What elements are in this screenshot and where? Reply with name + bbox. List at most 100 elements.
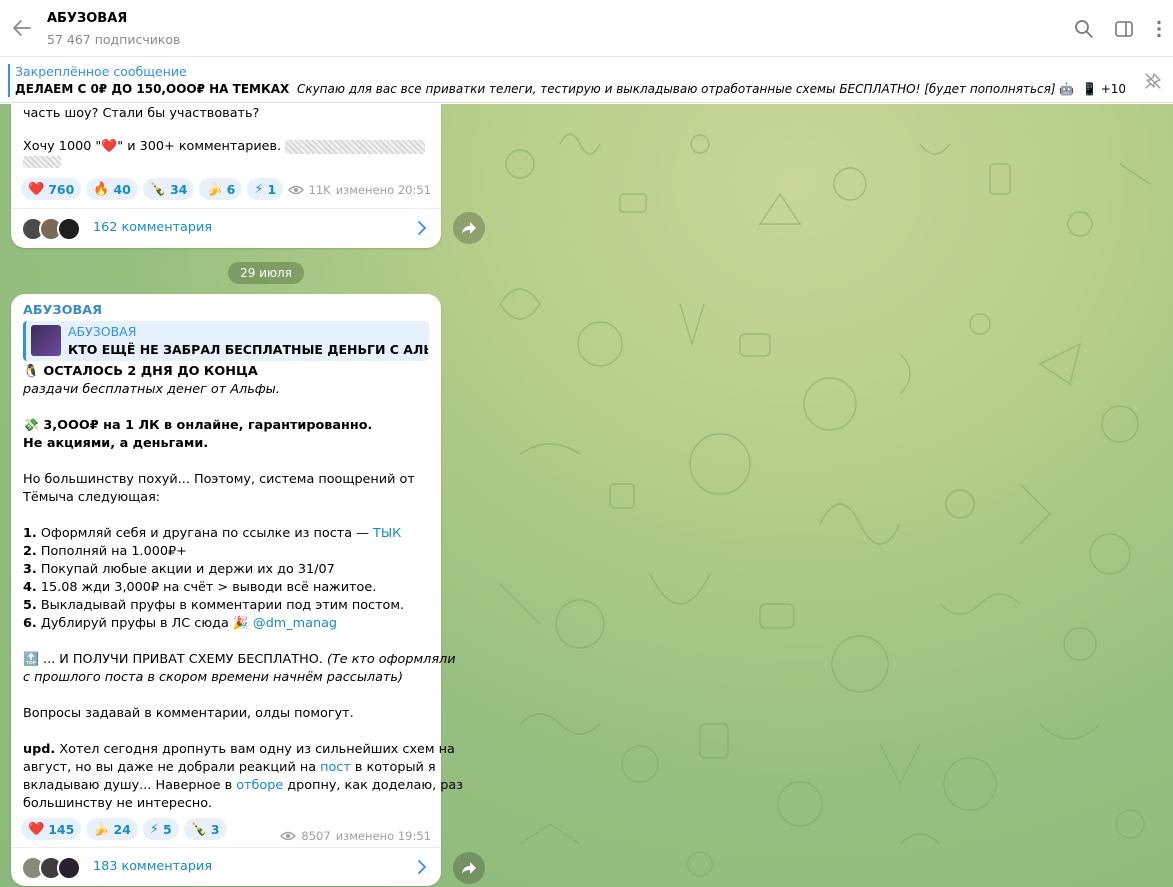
comments-button-2[interactable]: 183 комментария [11, 847, 441, 886]
step-3: 3. Покупай любые акции и держи их до 31/… [23, 562, 335, 577]
message1-text-line2b: " и 300+ комментариев. [117, 139, 282, 154]
reaction-champagne[interactable]: 🍾 34 [142, 178, 195, 200]
pinned-accent-bar [8, 64, 10, 97]
step-text: Выкладывай пруфы в комментарии под этим … [40, 598, 405, 613]
upd-line-2: август, но вы даже не добрали реакций на… [23, 760, 436, 775]
reaction-emoji: ❤️ [28, 181, 45, 197]
views-eye-icon [280, 831, 297, 841]
share-button-2[interactable] [453, 852, 485, 884]
avatar [57, 856, 81, 880]
back-arrow-icon[interactable] [11, 17, 33, 39]
offer-line: 💸 3,OOO₽ на 1 ЛК в онлайне, гарантирован… [23, 418, 372, 433]
reaction-heart[interactable]: ❤️ 760 [21, 178, 82, 200]
heart-emoji: ❤️ [101, 139, 118, 154]
questions-line: Вопросы задавай в комментарии, олды помо… [23, 706, 354, 721]
pinned-tail-text: +10K / м... [1100, 82, 1125, 96]
message-bubble-1[interactable]: часть шоу? Стали бы участвовать? Хочу 10… [11, 104, 441, 248]
reply-text: КТО ЕЩЁ НЕ ЗАБРАЛ БЕСПЛАТНЫЕ ДЕНЬГИ С АЛ… [68, 342, 428, 357]
step-num: 6. [23, 616, 37, 631]
headline-text: ОСТАЛОСЬ 2 ДНЯ ДО КОНЦА [43, 364, 258, 379]
reaction-banana[interactable]: 🍌 24 [86, 818, 138, 840]
step-2: 2. Пополняй на 1.000₽+ [23, 544, 187, 559]
reaction-emoji: ❤️ [28, 821, 45, 837]
selection-link[interactable]: отборе [236, 778, 283, 793]
pinned-message-bar[interactable]: Закреплённое сообщение ДЕЛАЕМ С 0₽ ДО 15… [0, 57, 1173, 103]
reaction-lightning[interactable]: ⚡ 1 [247, 178, 284, 200]
headline: 🐧 ОСТАЛОСЬ 2 ДНЯ ДО КОНЦА [23, 364, 258, 379]
top-emoji: 🔝 [23, 652, 39, 667]
step-link-tyk[interactable]: ТЫК [373, 526, 401, 541]
step-1: 1. Оформляй себя и другана по ссылке из … [23, 526, 401, 541]
subheadline: раздачи бесплатных денег от Альфы. [23, 382, 280, 397]
spoiler-text-2[interactable] [23, 156, 61, 168]
comments-count: 183 комментария [93, 859, 213, 874]
mention-link[interactable]: @dm_manag [253, 616, 337, 631]
commenter-avatars [21, 217, 85, 241]
message1-text-line2: Хочу 1000 "❤️" и 300+ комментариев. [23, 139, 426, 154]
comments-count: 162 комментария [93, 220, 213, 235]
edited-time: изменено 19:51 [335, 829, 431, 843]
step-text: Пополняй на 1.000₽+ [40, 544, 187, 559]
message2-meta: 8507 изменено 19:51 [280, 829, 431, 843]
channel-title[interactable]: АБУЗОВАЯ [47, 11, 127, 26]
avatar [57, 217, 81, 241]
reaction-emoji: 🍌 [206, 181, 223, 197]
step-num: 3. [23, 562, 37, 577]
comments-button-1[interactable]: 162 комментария [11, 208, 441, 247]
post-link[interactable]: пост [320, 760, 351, 775]
unpin-icon[interactable] [1144, 72, 1162, 90]
reaction-banana[interactable]: 🍌 6 [199, 178, 243, 200]
subscriber-count: 57 467 подписчиков [47, 32, 181, 47]
share-button-1[interactable] [453, 212, 485, 244]
step-text: Оформляй себя и другана по ссылке из пос… [40, 526, 374, 541]
message-bubble-2[interactable]: АБУЗОВАЯ АБУЗОВАЯ КТО ЕЩЁ НЕ ЗАБРАЛ БЕСП… [11, 294, 463, 886]
chat-header: АБУЗОВАЯ 57 467 подписчиков [0, 0, 1173, 57]
reaction-champagne[interactable]: 🍾 3 [183, 818, 227, 840]
message1-text-line2a: Хочу 1000 " [23, 139, 102, 154]
reaction-lightning[interactable]: ⚡ 5 [142, 818, 179, 840]
search-icon[interactable] [1074, 19, 1094, 39]
reaction-count: 5 [163, 821, 172, 837]
reaction-count: 145 [48, 821, 75, 837]
message1-meta: 11K изменено 20:51 [287, 183, 431, 197]
upd-text-2b: в который я [350, 760, 436, 775]
share-arrow-icon [462, 862, 476, 874]
reaction-count: 1 [267, 181, 277, 197]
penguin-emoji: 🐧 [23, 364, 39, 379]
sender-name[interactable]: АБУЗОВАЯ [23, 303, 102, 318]
reaction-emoji: 🍌 [93, 821, 110, 837]
view-count: 11K [308, 183, 331, 197]
step-5: 5. Выкладывай пруфы в комментарии под эт… [23, 598, 404, 613]
upd-text-1: Хотел сегодня дропнуть вам одну из сильн… [59, 742, 455, 757]
reaction-count: 760 [48, 181, 75, 197]
prize-text: ... И ПОЛУЧИ ПРИВАТ СХЕМУ БЕСПЛАТНО. [43, 652, 323, 667]
upd-text-3a: вкладываю душу... Наверное в [23, 778, 237, 793]
upd-line-3: вкладываю душу... Наверное в отборе дроп… [23, 778, 463, 793]
step-num: 2. [23, 544, 37, 559]
reaction-fire[interactable]: 🔥 40 [86, 178, 138, 200]
reaction-emoji: 🔥 [93, 181, 110, 197]
message1-text-line1: часть шоу? Стали бы участвовать? [23, 106, 260, 121]
offer-text: 3,OOO₽ на 1 ЛК в онлайне, гарантированно… [43, 418, 373, 433]
prize-note: (Те кто оформляли [326, 652, 456, 667]
chevron-right-icon [418, 860, 427, 874]
pinned-emoji-2: 📱 [1081, 82, 1097, 96]
body-line-2: Тёмыча следующая: [23, 490, 161, 505]
view-count: 8507 [301, 829, 331, 843]
offer-line-2: Не акциями, а деньгами. [23, 436, 209, 451]
spoiler-text[interactable] [285, 139, 426, 154]
body-line-1: Но большинству похуй... Поэтому, система… [23, 472, 415, 487]
step-num: 5. [23, 598, 37, 613]
more-menu-icon[interactable] [1149, 19, 1169, 39]
reaction-emoji: ⚡ [254, 181, 264, 197]
pinned-text: ДЕЛАЕМ С 0₽ ДО 150,OOO₽ НА ТЕМКАХ Скупаю… [15, 82, 1125, 96]
edited-time: изменено 20:51 [335, 183, 431, 197]
step-text: Покупай любые акции и держи их до 31/07 [40, 562, 335, 577]
chevron-right-icon [418, 221, 427, 235]
step-num: 4. [23, 580, 37, 595]
reaction-heart[interactable]: ❤️ 145 [21, 818, 82, 840]
reaction-emoji: ⚡ [149, 821, 160, 837]
sidebar-toggle-icon[interactable] [1114, 19, 1134, 39]
reply-author: АБУЗОВАЯ [68, 324, 137, 339]
reply-preview[interactable]: АБУЗОВАЯ КТО ЕЩЁ НЕ ЗАБРАЛ БЕСПЛАТНЫЕ ДЕ… [23, 321, 429, 361]
